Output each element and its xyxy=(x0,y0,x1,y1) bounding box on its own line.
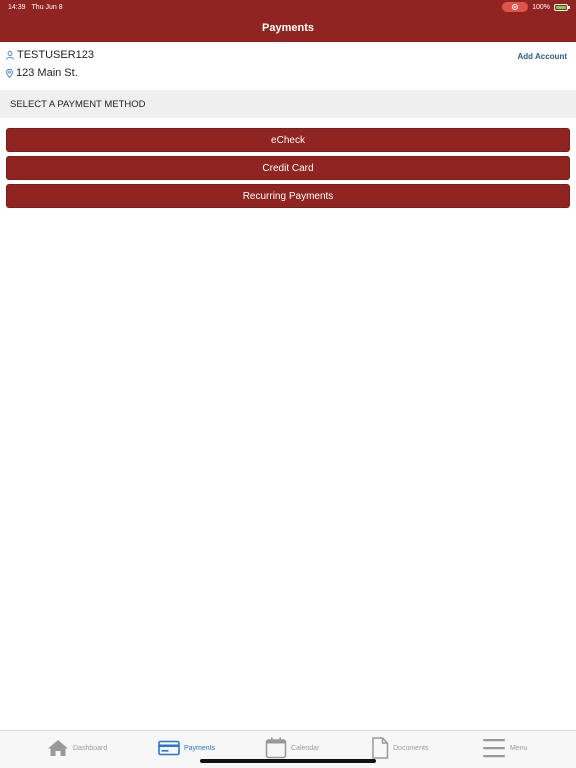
account-username: TESTUSER123 xyxy=(17,49,95,61)
calendar-icon xyxy=(265,737,287,759)
status-right: 100% xyxy=(502,2,570,12)
page-title: Payments xyxy=(262,22,314,34)
tab-documents[interactable]: Documents xyxy=(371,735,428,761)
tab-label-menu: Menu xyxy=(510,744,528,752)
status-bar: 14:39 Thu Jun 8 100% xyxy=(0,0,576,14)
home-indicator[interactable] xyxy=(200,759,376,763)
battery-icon xyxy=(554,3,570,11)
tab-menu[interactable]: Menu xyxy=(482,735,528,761)
account-panel: TESTUSER123 123 Main St. Add Account xyxy=(0,42,576,90)
credit-card-button[interactable]: Credit Card xyxy=(6,156,570,180)
account-address-row: 123 Main St. xyxy=(6,67,78,79)
tab-label-documents: Documents xyxy=(393,744,429,752)
user-icon xyxy=(6,50,14,60)
account-address: 123 Main St. xyxy=(16,67,78,79)
add-account-button[interactable]: Add Account xyxy=(518,52,567,61)
tab-calendar[interactable]: Calendar xyxy=(265,735,319,761)
tab-label-calendar: Calendar xyxy=(291,744,320,752)
nav-bar: Payments xyxy=(0,14,576,42)
status-date: Thu Jun 8 xyxy=(31,3,63,11)
home-icon xyxy=(48,740,68,756)
screen-recording-icon xyxy=(502,2,529,12)
location-pin-icon xyxy=(6,68,13,78)
status-time: 14:39 xyxy=(8,3,26,11)
recurring-payments-button[interactable]: Recurring Payments xyxy=(6,184,570,208)
account-user-row: TESTUSER123 xyxy=(6,49,94,61)
tab-label-dashboard: Dashboard xyxy=(73,744,108,752)
tab-payments[interactable]: Payments xyxy=(158,735,215,761)
credit-card-icon xyxy=(158,740,180,756)
menu-icon xyxy=(483,739,505,758)
tab-dashboard[interactable]: Dashboard xyxy=(47,735,107,761)
echeck-button[interactable]: eCheck xyxy=(6,128,570,152)
section-title: SELECT A PAYMENT METHOD xyxy=(10,98,146,110)
document-icon xyxy=(372,737,389,759)
tab-label-payments: Payments xyxy=(184,744,216,752)
section-header: SELECT A PAYMENT METHOD xyxy=(0,90,576,118)
battery-percent: 100% xyxy=(532,3,550,11)
